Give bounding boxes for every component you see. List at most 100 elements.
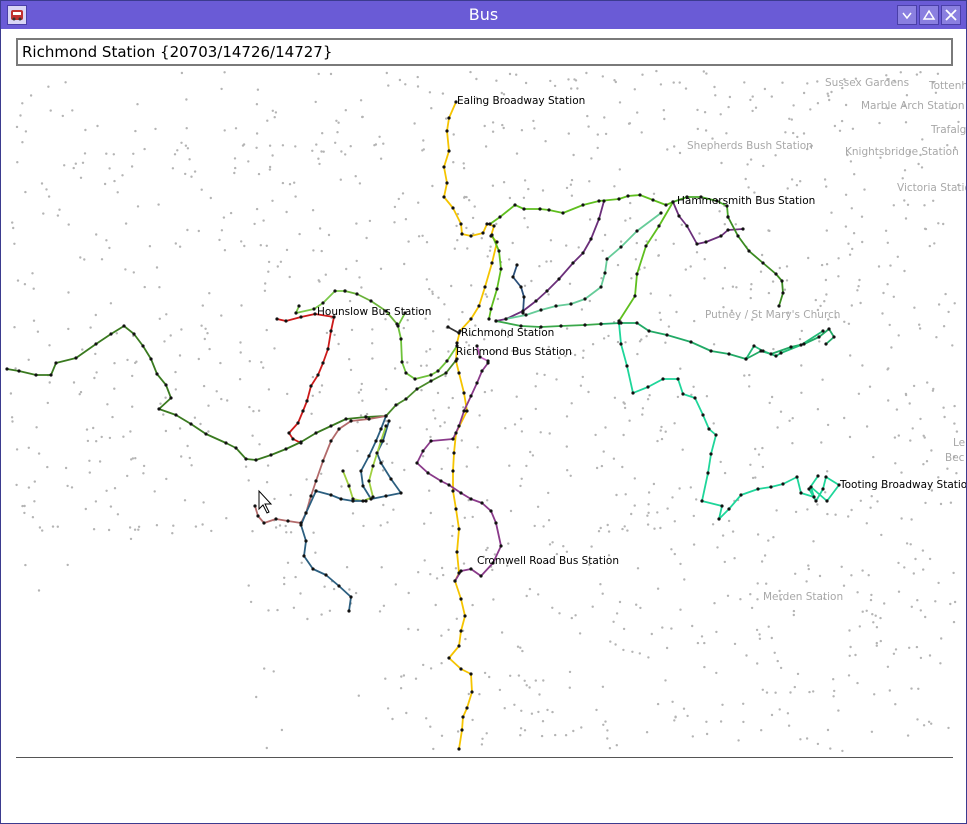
route-stop[interactable] — [446, 325, 450, 329]
route-stop[interactable] — [659, 211, 663, 215]
route-stop[interactable] — [812, 495, 816, 499]
route-stop[interactable] — [462, 409, 466, 413]
route-stop[interactable] — [457, 644, 461, 648]
route-stop[interactable] — [597, 217, 601, 221]
route-stop[interactable] — [269, 453, 273, 457]
route-stop[interactable] — [445, 129, 449, 133]
route-stop[interactable] — [453, 579, 457, 583]
route-stop[interactable] — [631, 391, 635, 395]
route-stop[interactable] — [605, 257, 609, 261]
route-stop[interactable] — [399, 337, 403, 341]
route-stop[interactable] — [367, 417, 371, 421]
route-stop[interactable] — [329, 329, 333, 333]
route-stop[interactable] — [571, 261, 575, 265]
route-stop[interactable] — [364, 499, 368, 503]
minimize-button[interactable] — [897, 5, 917, 25]
route-stop[interactable] — [460, 728, 464, 732]
route-stop[interactable] — [561, 211, 565, 215]
route-stop[interactable] — [817, 335, 821, 339]
route-stop[interactable] — [789, 345, 793, 349]
route-stop[interactable] — [337, 427, 341, 431]
route-stop[interactable] — [404, 371, 408, 375]
route-stop[interactable] — [619, 342, 623, 346]
route-stop[interactable] — [469, 394, 473, 398]
route-stop[interactable] — [371, 464, 375, 468]
route-stop[interactable] — [497, 249, 501, 253]
route-stop[interactable] — [583, 323, 587, 327]
station-label-richmond-bus[interactable]: Richmond Bus Station — [456, 346, 572, 358]
route-stop[interactable] — [132, 332, 136, 336]
route-stop[interactable] — [387, 419, 391, 423]
route-stop[interactable] — [343, 289, 347, 293]
route-stop[interactable] — [483, 285, 487, 289]
route-stop[interactable] — [375, 451, 379, 455]
route-stop[interactable] — [452, 451, 456, 455]
route-stop[interactable] — [459, 222, 463, 226]
route-stop[interactable] — [689, 340, 693, 344]
route-stop[interactable] — [492, 224, 496, 228]
route-stop[interactable] — [513, 203, 517, 207]
route-stop[interactable] — [700, 499, 704, 503]
route-stop[interactable] — [34, 373, 38, 377]
route-stop[interactable] — [347, 609, 351, 613]
route-stop[interactable] — [429, 373, 433, 377]
station-search-field[interactable]: Richmond Station {20703/14726/14727} — [16, 38, 953, 66]
route-stop[interactable] — [799, 343, 803, 347]
route-stop[interactable] — [444, 371, 448, 375]
route-stop[interactable] — [329, 439, 333, 443]
route-stop[interactable] — [581, 251, 585, 255]
route-stop[interactable] — [617, 197, 621, 201]
route-stop[interactable] — [664, 203, 668, 207]
route-stop[interactable] — [727, 507, 731, 511]
route-stop[interactable] — [426, 471, 430, 475]
route-stop[interactable] — [635, 272, 639, 276]
route-stop[interactable] — [374, 439, 378, 443]
route-stop[interactable] — [451, 489, 455, 493]
route-stop[interactable] — [619, 321, 623, 325]
route-stop[interactable] — [316, 373, 320, 377]
route-stop[interactable] — [475, 381, 479, 385]
route-stop[interactable] — [384, 424, 388, 428]
station-label-richmond-station[interactable]: Richmond Station — [461, 327, 554, 339]
route-stop[interactable] — [455, 341, 459, 345]
route-stop[interactable] — [457, 747, 461, 751]
route-stop[interactable] — [361, 499, 365, 503]
route-stop[interactable] — [451, 437, 455, 441]
route-stop[interactable] — [347, 484, 351, 488]
route-stop[interactable] — [455, 550, 459, 554]
route-stop[interactable] — [324, 573, 328, 577]
route-stop[interactable] — [447, 149, 451, 153]
route-stop[interactable] — [341, 469, 345, 473]
route-stop[interactable] — [429, 439, 433, 443]
route-stop[interactable] — [744, 357, 748, 361]
route-stop[interactable] — [454, 431, 458, 435]
route-stop[interactable] — [469, 672, 473, 676]
route-stop[interactable] — [559, 324, 563, 328]
route-stop[interactable] — [379, 461, 383, 465]
route-stop[interactable] — [638, 193, 642, 197]
route-stop[interactable] — [824, 475, 828, 479]
route-stop[interactable] — [677, 214, 681, 218]
route-stop[interactable] — [294, 311, 298, 315]
route-stop[interactable] — [304, 511, 308, 515]
route-stop[interactable] — [761, 349, 765, 353]
route-stop[interactable] — [445, 181, 449, 185]
bus-route-map[interactable]: Sussex Gardens Tottenh Marble Arch Stati… — [1, 69, 966, 755]
route-stop[interactable] — [384, 414, 388, 418]
route-stop[interactable] — [339, 497, 343, 501]
route-stop[interactable] — [299, 315, 303, 319]
route-stop[interactable] — [49, 373, 53, 377]
route-stop[interactable] — [774, 272, 778, 276]
route-stop[interactable] — [719, 234, 723, 238]
route-stop[interactable] — [752, 344, 756, 348]
route-stop[interactable] — [442, 195, 446, 199]
route-stop[interactable] — [174, 413, 178, 417]
route-stop[interactable] — [489, 509, 493, 513]
route-stop[interactable] — [720, 504, 724, 508]
route-stop[interactable] — [379, 439, 383, 443]
route-stop[interactable] — [447, 116, 451, 120]
route-stop[interactable] — [284, 447, 288, 451]
route-stop[interactable] — [644, 244, 648, 248]
route-stop[interactable] — [465, 409, 469, 413]
route-stop[interactable] — [314, 489, 318, 493]
